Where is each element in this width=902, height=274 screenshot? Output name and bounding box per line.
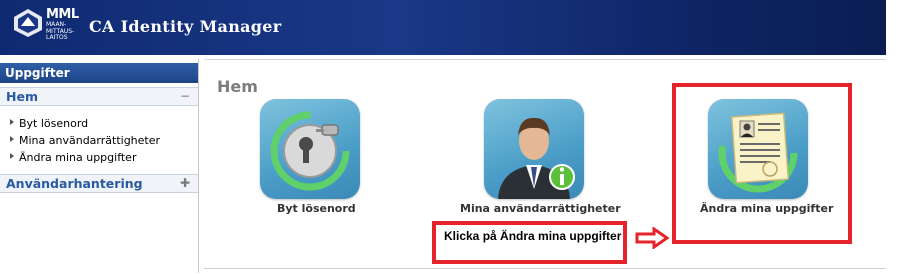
bullet-arrow-icon (10, 119, 14, 125)
group-anvandarhantering-label[interactable]: Användarhantering (6, 176, 143, 191)
sidebar-item-label[interactable]: Ändra mina uppgifter (19, 151, 136, 164)
key-icon (270, 111, 350, 191)
sidebar-item-andra-mina-uppgifter[interactable]: Ändra mina uppgifter (10, 151, 136, 164)
user-info-icon (498, 117, 575, 199)
callout-text: Klicka på Ändra mina uppgifter (444, 229, 622, 243)
group-hem-label[interactable]: Hem (6, 89, 38, 104)
bullet-arrow-icon (10, 136, 14, 142)
instruction-callout: Klicka på Ändra mina uppgifter (432, 221, 627, 264)
header-edge (886, 0, 902, 55)
app-header: MML MAAN-MITTAUS-LAITOS CA Identity Mana… (0, 0, 886, 55)
divider (204, 268, 886, 269)
group-hem-header[interactable]: Hem − (0, 87, 198, 106)
task-sidebar: Uppgifter Hem − Byt lösenord Mina använd… (0, 59, 199, 273)
tile-label-byt-losenord[interactable]: Byt lösenord (277, 202, 356, 215)
page-title: Hem (217, 77, 258, 96)
tile-byt-losenord[interactable] (260, 99, 360, 199)
sidebar-item-label[interactable]: Byt lösenord (19, 117, 88, 130)
app-title: CA Identity Manager (89, 17, 282, 36)
tile-mina-anvandarrattigheter[interactable] (484, 99, 584, 199)
tile-label-mina-anvandarrattigheter[interactable]: Mina användarrättigheter (460, 202, 621, 215)
tasks-header: Uppgifter (0, 63, 198, 83)
group-anvandarhantering-header[interactable]: Användarhantering ✚ (0, 174, 198, 193)
sidebar-item-byt-losenord[interactable]: Byt lösenord (10, 117, 88, 130)
logo-text: MML (46, 7, 79, 22)
expand-icon[interactable]: ✚ (180, 176, 190, 190)
sidebar-item-label[interactable]: Mina användarrättigheter (19, 134, 160, 147)
collapse-icon[interactable]: − (180, 89, 190, 103)
highlight-box (672, 83, 852, 244)
sidebar-item-mina-anvandarrattigheter[interactable]: Mina användarrättigheter (10, 134, 160, 147)
bullet-arrow-icon (10, 153, 14, 159)
arrow-right-icon (635, 227, 670, 249)
mml-logo-icon (14, 9, 42, 37)
logo-subtext: MAAN-MITTAUS-LAITOS (46, 21, 75, 41)
